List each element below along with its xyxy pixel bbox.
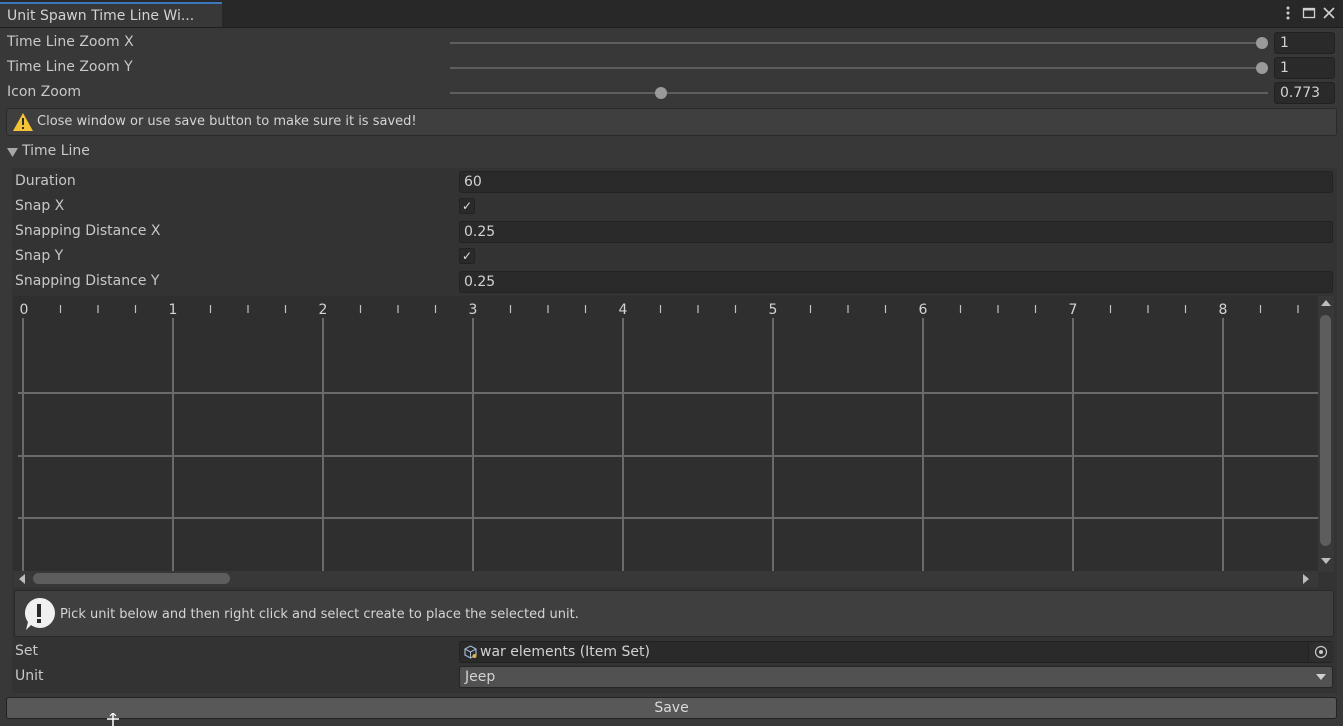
ruler-label: 2 xyxy=(319,302,328,318)
ruler-label: 3 xyxy=(469,302,478,318)
zoom-x-slider-track[interactable] xyxy=(450,42,1262,44)
timeline-canvas[interactable]: 0 1 2 3 4 5 6 7 8 xyxy=(13,296,1318,572)
check-icon: ✓ xyxy=(461,199,473,213)
foldout-arrow-icon xyxy=(7,146,18,162)
duration-label: Duration xyxy=(15,173,76,189)
ruler-label: 6 xyxy=(919,302,928,318)
unit-dropdown[interactable]: Jeep xyxy=(459,666,1333,688)
unit-value: Jeep xyxy=(465,669,496,685)
zoom-y-field[interactable]: 1 xyxy=(1274,57,1335,79)
vertical-scroll-thumb[interactable] xyxy=(1320,315,1331,546)
warning-text: Close window or use save button to make … xyxy=(37,114,417,129)
snapping-distance-x-field[interactable]: 0.25 xyxy=(459,221,1333,243)
duration-field[interactable]: 60 xyxy=(459,171,1333,193)
snap-x-checkbox[interactable]: ✓ xyxy=(459,198,475,214)
scroll-right-arrow-icon[interactable] xyxy=(1303,574,1310,584)
set-label: Set xyxy=(15,643,38,659)
scroll-left-arrow-icon[interactable] xyxy=(19,574,26,584)
warning-helpbox: Close window or use save button to make … xyxy=(6,108,1337,136)
close-icon[interactable] xyxy=(1321,5,1337,21)
info-icon xyxy=(22,597,56,635)
icon-zoom-field[interactable]: 0.773 xyxy=(1274,82,1335,104)
snapping-distance-y-field[interactable]: 0.25 xyxy=(459,271,1333,293)
zoom-y-slider-track[interactable] xyxy=(450,67,1262,69)
set-object-field[interactable]: war elements (Item Set) xyxy=(459,641,1333,663)
info-helpbox: Pick unit below and then right click and… xyxy=(14,590,1334,637)
warning-icon xyxy=(12,112,34,136)
snapping-distance-x-label: Snapping Distance X xyxy=(15,223,161,239)
snap-y-label: Snap Y xyxy=(15,248,64,264)
window-tab[interactable]: Unit Spawn Time Line Wi... xyxy=(0,2,222,27)
chevron-down-icon xyxy=(1316,674,1326,680)
snap-x-label: Snap X xyxy=(15,198,65,214)
object-picker-button[interactable] xyxy=(1308,642,1333,662)
icon-zoom-slider-track[interactable] xyxy=(450,92,1268,94)
kebab-menu-icon[interactable] xyxy=(1280,5,1296,21)
icon-zoom-label: Icon Zoom xyxy=(7,84,82,100)
ruler-label: 4 xyxy=(619,302,628,318)
set-value: war elements (Item Set) xyxy=(480,644,650,660)
scroll-down-arrow-icon[interactable] xyxy=(1321,558,1331,565)
snap-y-checkbox[interactable]: ✓ xyxy=(459,248,475,264)
info-text: Pick unit below and then right click and… xyxy=(60,607,579,622)
check-icon: ✓ xyxy=(461,249,473,263)
target-icon xyxy=(1314,645,1328,659)
zoom-y-slider-thumb[interactable] xyxy=(1256,62,1268,74)
ruler-label: 5 xyxy=(769,302,778,318)
window-tab-title: Unit Spawn Time Line Wi... xyxy=(7,8,195,24)
unit-label: Unit xyxy=(15,668,44,684)
ruler-label: 0 xyxy=(20,302,29,318)
zoom-x-slider-thumb[interactable] xyxy=(1256,37,1268,49)
timeline-foldout[interactable]: Time Line xyxy=(7,143,207,161)
cursor-icon xyxy=(107,713,119,726)
maximize-icon[interactable] xyxy=(1301,5,1317,21)
vertical-scrollbar[interactable] xyxy=(1318,296,1334,572)
timeline-foldout-label: Time Line xyxy=(22,143,90,159)
zoom-y-label: Time Line Zoom Y xyxy=(7,59,133,75)
horizontal-scrollbar[interactable] xyxy=(13,571,1318,587)
zoom-x-label: Time Line Zoom X xyxy=(7,34,134,50)
timeline-grid: 0 1 2 3 4 5 6 7 8 xyxy=(18,302,1318,572)
ruler-label: 8 xyxy=(1219,302,1228,318)
tab-bar: Unit Spawn Time Line Wi... xyxy=(0,0,1343,28)
icon-zoom-slider-thumb[interactable] xyxy=(655,87,668,99)
horizontal-scroll-thumb[interactable] xyxy=(33,573,230,584)
item-set-icon xyxy=(464,645,477,665)
snapping-distance-y-label: Snapping Distance Y xyxy=(15,273,160,289)
scroll-up-arrow-icon[interactable] xyxy=(1321,300,1331,307)
save-button[interactable]: Save xyxy=(6,697,1337,719)
ruler-label: 7 xyxy=(1069,302,1078,318)
ruler-label: 1 xyxy=(169,302,178,318)
zoom-x-field[interactable]: 1 xyxy=(1274,32,1335,54)
